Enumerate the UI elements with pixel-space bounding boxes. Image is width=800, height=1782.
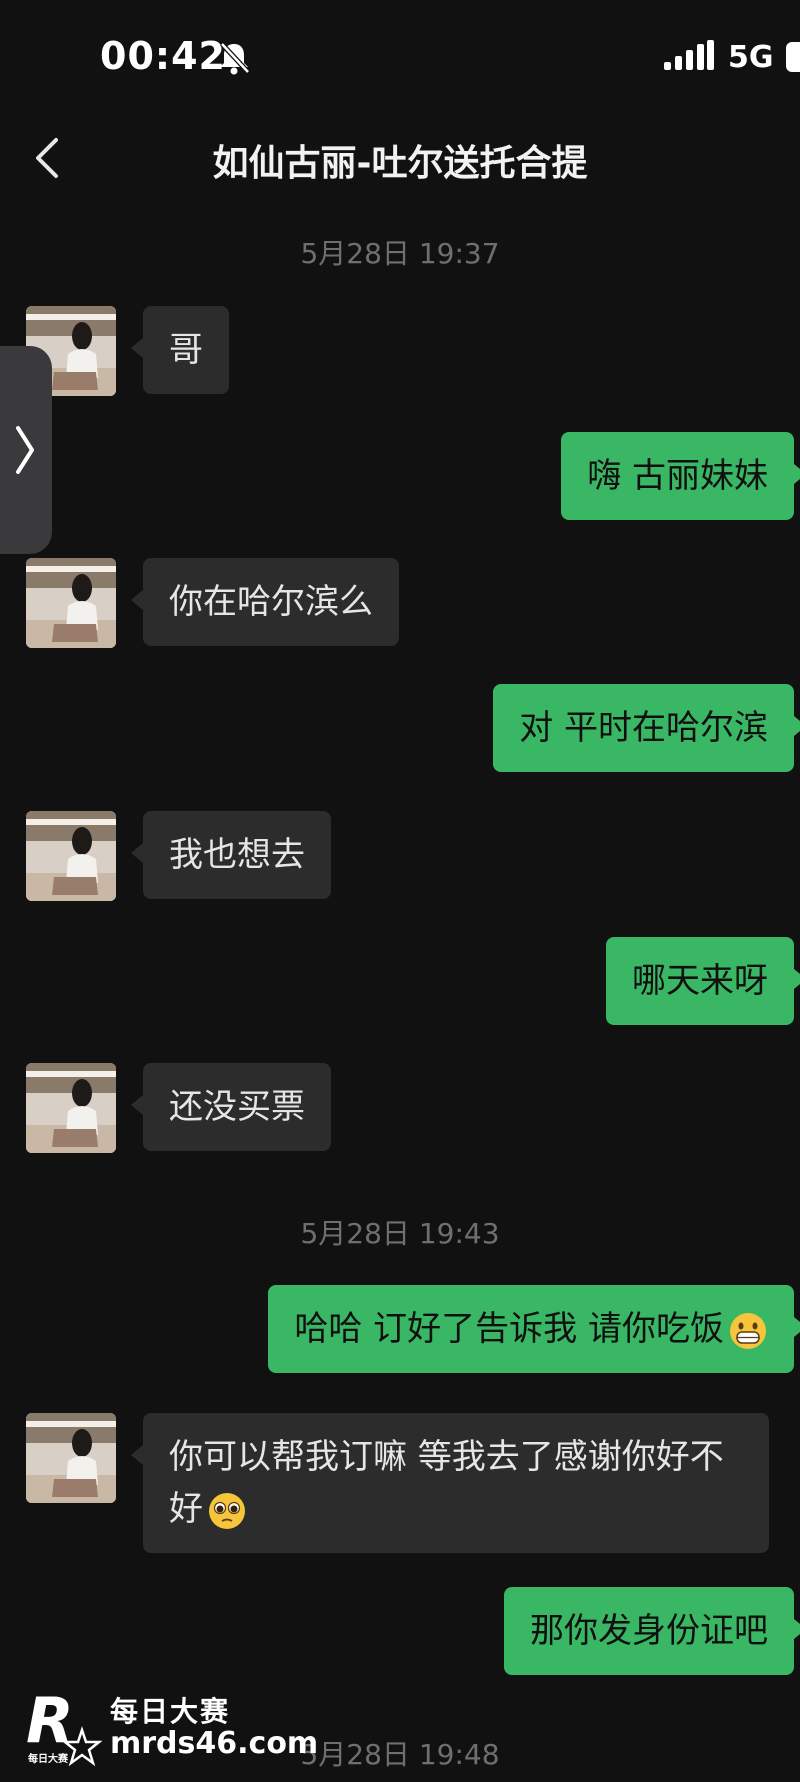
message-bubble-outgoing[interactable]: 那你发身份证吧 (504, 1587, 800, 1675)
r-star-logo-icon: R 每日大赛 (26, 1686, 102, 1767)
status-bar: 00:42 5G (0, 0, 800, 110)
message-bubble-outgoing[interactable]: 哪天来呀 (606, 937, 800, 1025)
timestamp: 5月28日 19:43 (300, 1217, 500, 1250)
watermark: R 每日大赛 每日大赛 mrds46.com (24, 1686, 344, 1776)
message-bubble-outgoing[interactable]: 对 平时在哈尔滨 (493, 684, 800, 772)
message-bubble-incoming[interactable]: 我也想去 (131, 811, 331, 899)
battery-icon (786, 42, 800, 72)
grinning-face-emoji-icon (730, 1312, 766, 1349)
watermark-url: mrds46.com (110, 1726, 319, 1761)
watermark-name: 每日大赛 (110, 1695, 231, 1728)
signal-icon (664, 40, 714, 70)
logo-text: 每日大赛 (28, 1752, 69, 1765)
chevron-right-icon (16, 426, 34, 474)
message-text: 你可以帮我订嘛 等我去了感谢你好不好 (169, 1437, 724, 1529)
pleading-face-emoji-icon (209, 1492, 245, 1529)
message-bubble-incoming[interactable]: 你可以帮我订嘛 等我去了感谢你好不好 (131, 1413, 769, 1553)
status-time: 00:42 (100, 34, 226, 78)
avatar[interactable] (26, 1413, 116, 1503)
avatar[interactable] (26, 1063, 116, 1153)
timestamp: 5月28日 19:37 (300, 237, 500, 270)
svg-text:R: R (26, 1686, 74, 1757)
avatar[interactable] (26, 811, 116, 901)
chat-header: 如仙古丽-吐尔送托合提 (0, 110, 800, 206)
message-bubble-outgoing[interactable]: 嗨 古丽妹妹 (561, 432, 800, 520)
message-bubble-incoming[interactable]: 哥 (131, 306, 229, 394)
message-bubble-incoming[interactable]: 还没买票 (131, 1063, 331, 1151)
side-panel-handle[interactable] (0, 346, 52, 554)
network-type-label: 5G (728, 40, 774, 75)
message-text: 哈哈 订好了告诉我 请你吃饭 (294, 1309, 724, 1349)
message-bubble-incoming[interactable]: 你在哈尔滨么 (131, 558, 399, 646)
bell-mute-icon (220, 42, 250, 75)
avatar[interactable] (26, 558, 116, 648)
message-bubble-outgoing[interactable]: 哈哈 订好了告诉我 请你吃饭 (268, 1285, 800, 1373)
chat-title: 如仙古丽-吐尔送托合提 (212, 143, 588, 184)
